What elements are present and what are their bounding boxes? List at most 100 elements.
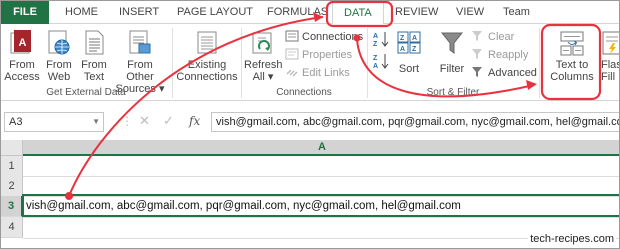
cancel-icon[interactable]: ✕ xyxy=(139,113,150,129)
connections-label: Connections xyxy=(302,31,364,43)
from-access-label-1: From xyxy=(9,59,35,71)
properties-label: Properties xyxy=(302,49,353,61)
worksheet-grid: A 1 2 3 4 vish@gmail.com, abc@gmail.com,… xyxy=(1,140,619,248)
chevron-down-icon[interactable]: ▼ xyxy=(92,113,100,131)
gridline xyxy=(23,176,619,177)
formula-controls: ⋮ ✕ ✓ fx xyxy=(113,112,208,132)
edit-links-icon xyxy=(285,66,299,78)
group-separator xyxy=(241,28,242,98)
text-to-columns-label-2: Columns xyxy=(550,71,594,83)
group-separator xyxy=(172,28,173,98)
get-external-data-group-label: Get External Data xyxy=(46,87,126,98)
select-all-corner[interactable] xyxy=(1,140,23,156)
tab-data[interactable]: DATA xyxy=(332,2,384,25)
sort-button[interactable]: Z A A Z Sort xyxy=(394,29,424,75)
from-web-label-1: From xyxy=(46,59,72,71)
from-access-label-2: Access xyxy=(4,71,40,83)
svg-text:A: A xyxy=(412,35,417,42)
watermark: tech-recipes.com xyxy=(528,233,616,245)
reapply-button[interactable]: Reapply xyxy=(471,47,528,63)
tab-file[interactable]: FILE xyxy=(1,1,49,24)
sort-icon: Z A A Z xyxy=(397,31,421,54)
clear-button[interactable]: Clear xyxy=(471,29,514,45)
filter-button[interactable]: Filter xyxy=(435,29,469,75)
edit-links-button[interactable]: Edit Links xyxy=(285,65,350,81)
tab-review[interactable]: REVIEW xyxy=(395,1,438,24)
svg-text:Z: Z xyxy=(373,41,378,48)
ribbon-data: A From Access From Web From Text From Ot… xyxy=(1,24,619,101)
row-header-1[interactable]: 1 xyxy=(1,156,23,177)
flash-fill-icon xyxy=(602,31,619,55)
name-box-value: A3 xyxy=(9,116,23,128)
filter-label: Filter xyxy=(439,63,465,75)
from-access-button[interactable]: A From Access xyxy=(4,29,40,83)
funnel-icon xyxy=(440,32,464,54)
from-web-button[interactable]: From Web xyxy=(42,29,76,83)
refresh-icon xyxy=(252,32,272,54)
clear-filter-icon xyxy=(471,30,485,42)
from-web-label-2: Web xyxy=(47,71,71,83)
gridline xyxy=(23,217,619,218)
svg-text:A: A xyxy=(373,63,378,70)
tab-team[interactable]: Team xyxy=(503,1,530,24)
connections-button[interactable]: Connections xyxy=(285,29,363,45)
reapply-label: Reapply xyxy=(488,49,529,61)
flash-fill-label-2: Fill xyxy=(601,71,616,83)
group-separator xyxy=(539,28,540,98)
tab-page-layout[interactable]: PAGE LAYOUT xyxy=(177,1,253,24)
row-header-3[interactable]: 3 xyxy=(1,196,23,217)
clear-label: Clear xyxy=(488,31,515,43)
advanced-filter-icon xyxy=(471,66,485,78)
connections-group-label: Connections xyxy=(276,87,332,98)
svg-text:A: A xyxy=(373,33,378,40)
enter-icon[interactable]: ✓ xyxy=(163,113,174,129)
advanced-button[interactable]: Advanced xyxy=(471,65,537,81)
from-text-label-1: From xyxy=(81,59,107,71)
text-to-columns-button[interactable]: Text to Columns xyxy=(547,29,597,83)
svg-text:Z: Z xyxy=(400,35,405,42)
access-database-icon: A xyxy=(10,30,31,54)
flash-fill-button[interactable]: Flash Fill xyxy=(601,29,619,83)
name-box[interactable]: A3 ▼ xyxy=(4,112,104,132)
refresh-all-button[interactable]: Refresh All ▾ xyxy=(244,29,283,83)
tab-formulas[interactable]: FORMULAS xyxy=(267,1,328,24)
flash-fill-label-1: Flash xyxy=(601,59,619,71)
text-to-columns-icon xyxy=(560,31,584,56)
svg-text:A: A xyxy=(19,37,27,49)
tab-insert[interactable]: INSERT xyxy=(119,1,159,24)
edit-links-label: Edit Links xyxy=(302,67,350,79)
from-other-sources-button[interactable]: From Other Sources ▾ xyxy=(112,29,168,95)
sort-filter-group-label: Sort & Filter xyxy=(426,87,480,98)
tab-view[interactable]: VIEW xyxy=(456,1,484,24)
excel-window: FILE HOME INSERT PAGE LAYOUT FORMULAS DA… xyxy=(0,0,620,249)
ribbon-tab-row: FILE HOME INSERT PAGE LAYOUT FORMULAS DA… xyxy=(1,1,619,25)
other-sources-icon xyxy=(129,30,151,54)
properties-button[interactable]: Properties xyxy=(285,47,352,63)
existing-connections-button[interactable]: Existing Connections xyxy=(176,29,238,83)
sort-z-to-a-icon[interactable]: Z A xyxy=(372,52,390,70)
connections-icon xyxy=(285,30,299,42)
svg-text:Z: Z xyxy=(412,46,417,53)
svg-text:A: A xyxy=(400,46,405,53)
advanced-label: Advanced xyxy=(488,67,537,79)
row-header-2[interactable]: 2 xyxy=(1,176,23,197)
existing-label-2: Connections xyxy=(176,71,238,83)
formula-bar: A3 ▼ ⋮ ✕ ✓ fx vish@gmail.com, abc@gmail.… xyxy=(1,109,619,135)
text-file-icon xyxy=(85,30,104,55)
group-separator xyxy=(367,28,368,98)
svg-text:Z: Z xyxy=(373,55,378,62)
text-to-columns-label-1: Text to xyxy=(555,59,589,71)
sort-a-to-z-icon[interactable]: A Z xyxy=(372,30,390,48)
more-options-icon: ⋮ xyxy=(121,114,133,128)
row-header-4[interactable]: 4 xyxy=(1,217,23,238)
column-header-a[interactable]: A xyxy=(23,140,619,156)
from-text-label-2: Text xyxy=(83,71,105,83)
sort-label: Sort xyxy=(398,63,420,75)
from-text-button[interactable]: From Text xyxy=(78,29,110,83)
refresh-label-2: All ▾ xyxy=(252,71,274,83)
existing-label-1: Existing xyxy=(187,59,227,71)
tab-home[interactable]: HOME xyxy=(65,1,98,24)
formula-input[interactable]: vish@gmail.com, abc@gmail.com, pqr@gmail… xyxy=(211,112,619,132)
insert-function-icon[interactable]: fx xyxy=(189,114,200,128)
cell-a3[interactable]: vish@gmail.com, abc@gmail.com, pqr@gmail… xyxy=(26,196,461,216)
